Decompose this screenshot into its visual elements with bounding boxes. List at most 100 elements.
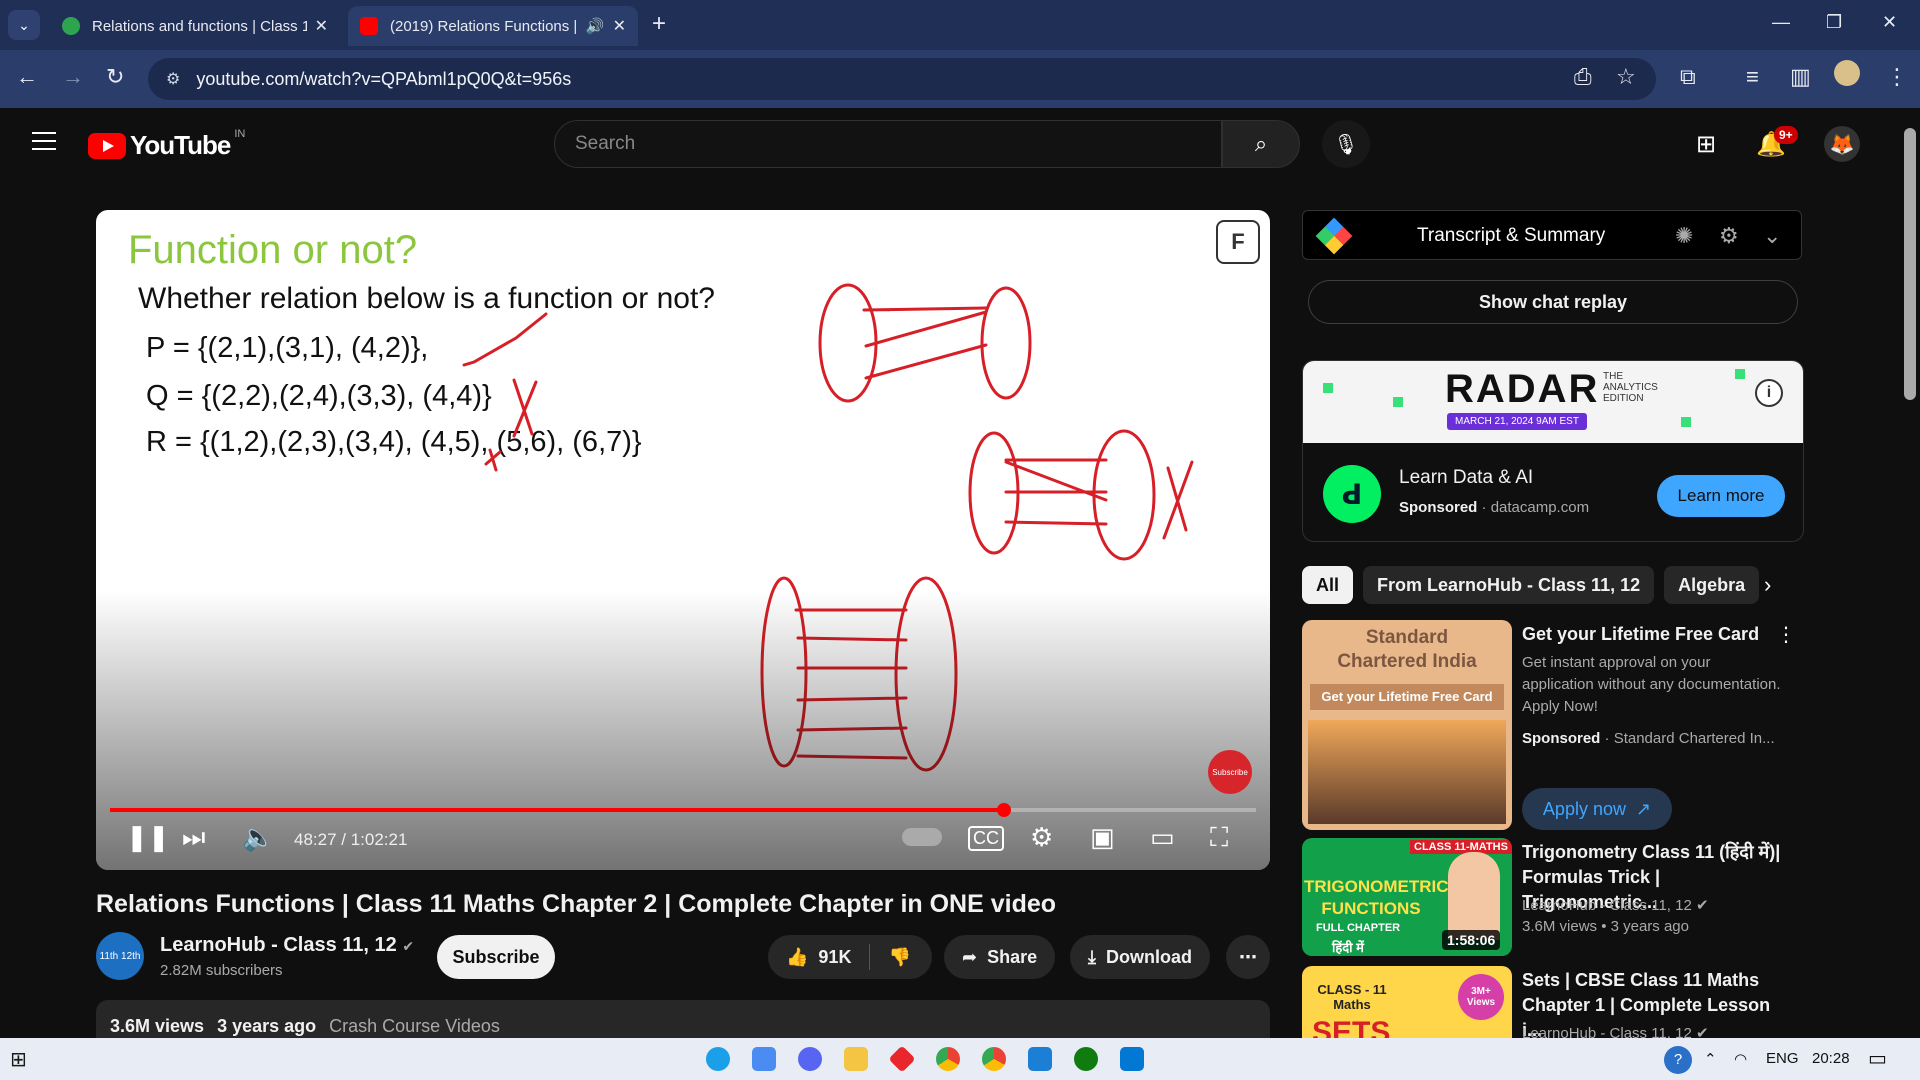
chevron-down-icon[interactable]: ⌄	[1763, 223, 1781, 249]
chatgpt-icon[interactable]: ✺	[1675, 223, 1693, 249]
forward-arrow-icon[interactable]: →	[62, 64, 84, 90]
download-button[interactable]: ⤓ Download	[1070, 935, 1210, 979]
thumbnail[interactable]: CLASS 11-MATHS TRIGONOMETRIC FUNCTIONS F…	[1302, 838, 1512, 956]
captions-icon[interactable]: CC	[968, 826, 1004, 851]
rec-channel[interactable]: LearnoHub - Class 11, 12 ✔	[1522, 1024, 1709, 1038]
chevron-right-icon[interactable]: ›	[1764, 572, 1771, 598]
edge-icon[interactable]	[706, 1047, 730, 1071]
youtube-wordmark: YouTube	[130, 130, 231, 160]
account-avatar[interactable]: 🦊	[1824, 126, 1860, 162]
site-info-icon[interactable]: ⚙	[166, 69, 180, 89]
youtube-logo[interactable]: YouTube IN	[88, 128, 245, 161]
page-scrollbar[interactable]	[1900, 108, 1920, 1038]
settings-gear-icon[interactable]: ⚙	[1030, 822, 1053, 853]
close-tab-icon[interactable]: ✕	[315, 16, 328, 36]
autoplay-toggle[interactable]	[902, 828, 942, 846]
discord-icon[interactable]	[798, 1047, 822, 1071]
miniplayer-icon[interactable]: ▣	[1090, 822, 1115, 853]
store-icon[interactable]	[752, 1047, 776, 1071]
chip-channel[interactable]: From LearnoHub - Class 11, 12	[1363, 566, 1655, 604]
recommendation-item[interactable]: CLASS 11-MATHS TRIGONOMETRIC FUNCTIONS F…	[1302, 838, 1802, 956]
thumbnail[interactable]: Standard Chartered India Get your Lifeti…	[1302, 620, 1512, 830]
rec-channel[interactable]: LearnoHub - Class 11, 12 ✔	[1522, 896, 1709, 914]
side-panel-icon[interactable]: ▥	[1790, 64, 1811, 90]
show-chat-replay-button[interactable]: Show chat replay	[1308, 280, 1798, 324]
app-icon[interactable]	[888, 1045, 916, 1073]
sponsored-ad-card[interactable]: RADAR THE ANALYTICS EDITION MARCH 21, 20…	[1302, 360, 1804, 542]
notification-center-icon[interactable]: ▭	[1868, 1046, 1887, 1071]
search-button[interactable]: ⌕	[1222, 120, 1300, 168]
wifi-icon[interactable]: ◠	[1734, 1050, 1747, 1068]
theater-mode-icon[interactable]: ▭	[1150, 822, 1175, 853]
back-arrow-icon[interactable]: ←	[16, 64, 38, 90]
thumbs-up-icon[interactable]: 👍	[786, 947, 808, 968]
chip-algebra[interactable]: Algebra	[1664, 566, 1760, 604]
more-vert-icon[interactable]: ⋮	[1776, 622, 1796, 647]
close-tab-icon[interactable]: ✕	[613, 16, 626, 36]
time-display: 48:27 / 1:02:21	[294, 830, 408, 849]
file-explorer-icon[interactable]	[844, 1047, 868, 1071]
info-icon[interactable]: i	[1755, 379, 1783, 407]
scrollbar-thumb[interactable]	[1904, 128, 1916, 400]
minimize-icon[interactable]: —	[1772, 12, 1790, 33]
chevron-up-icon[interactable]: ⌃	[1704, 1050, 1717, 1068]
share-button[interactable]: ➦ Share	[944, 935, 1056, 979]
video-player[interactable]: Function or not? Whether relation below …	[96, 210, 1270, 870]
recommendation-item[interactable]: CLASS - 11 Maths SETS 3M+ Views Sets | C…	[1302, 966, 1802, 1038]
tab-search-button[interactable]: ⌄	[8, 10, 40, 40]
thumbs-down-icon[interactable]: 👎	[888, 947, 910, 968]
browser-tab[interactable]: Relations and functions | Class 1 ✕	[50, 6, 340, 46]
url-text: youtube.com/watch?v=QPAbml1pQ0Q&t=956s	[196, 68, 572, 89]
subscribe-button[interactable]: Subscribe	[437, 935, 555, 979]
bookmark-star-icon[interactable]: ☆	[1616, 64, 1636, 90]
extensions-icon[interactable]: ⧉	[1680, 64, 1696, 90]
new-tab-button[interactable]: +	[652, 10, 666, 38]
settings-gear-icon[interactable]: ⚙	[1719, 223, 1739, 249]
transcript-summary-panel[interactable]: Transcript & Summary ✺ ⚙ ⌄	[1302, 210, 1802, 260]
description-tag[interactable]: Crash Course Videos	[329, 1016, 500, 1036]
channel-avatar-text: 11th 12th	[99, 950, 141, 962]
learn-more-button[interactable]: Learn more	[1657, 475, 1785, 517]
more-actions-button[interactable]: ⋯	[1226, 935, 1270, 979]
next-video-icon[interactable]: ⏭	[182, 822, 205, 854]
help-icon[interactable]: ?	[1664, 1046, 1692, 1074]
progress-bar[interactable]	[110, 803, 1256, 817]
app-icon[interactable]	[1028, 1047, 1052, 1071]
speaker-icon[interactable]: 🔊	[586, 17, 605, 35]
volume-icon[interactable]: 🔈	[242, 822, 274, 853]
close-window-icon[interactable]: ✕	[1882, 12, 1897, 33]
language-indicator[interactable]: ENG	[1766, 1050, 1799, 1067]
restore-icon[interactable]: ❐	[1826, 12, 1842, 33]
chrome-icon[interactable]	[982, 1047, 1006, 1071]
clock[interactable]: 20:28	[1812, 1050, 1850, 1067]
xbox-icon[interactable]	[1074, 1047, 1098, 1071]
like-count[interactable]: 91K	[818, 947, 851, 968]
apply-now-button[interactable]: Apply now ↗	[1522, 788, 1672, 830]
url-field[interactable]: ⚙ youtube.com/watch?v=QPAbml1pQ0Q&t=956s	[148, 58, 1656, 100]
media-controls-icon[interactable]: ≡	[1746, 64, 1759, 90]
progress-scrubber[interactable]	[996, 803, 1011, 817]
search-input[interactable]: Search	[554, 120, 1222, 168]
profile-avatar[interactable]	[1834, 60, 1860, 86]
thumbnail[interactable]: CLASS - 11 Maths SETS 3M+ Views	[1302, 966, 1512, 1038]
install-app-icon[interactable]: ⎙	[1574, 64, 1592, 90]
channel-name[interactable]: LearnoHub - Class 11, 12 ✔	[160, 934, 414, 957]
rec-title[interactable]: Get your Lifetime Free Card	[1522, 622, 1782, 647]
more-options-icon[interactable]: ⋮	[1886, 64, 1908, 90]
pause-icon[interactable]: ❚❚	[126, 822, 170, 853]
create-video-icon[interactable]: ⊞	[1696, 130, 1716, 159]
ad-title[interactable]: Learn Data & AI	[1399, 467, 1533, 489]
sponsored-recommendation[interactable]: Standard Chartered India Get your Lifeti…	[1302, 620, 1802, 830]
chip-all[interactable]: All	[1302, 566, 1354, 604]
channel-avatar[interactable]: 11th 12th	[96, 932, 144, 980]
chrome-icon[interactable]	[936, 1047, 960, 1071]
browser-tab-active[interactable]: (2019) Relations Functions | 🔊 ✕	[348, 6, 638, 46]
fullscreen-icon[interactable]: ⛶	[1210, 822, 1228, 854]
ad-banner[interactable]: RADAR THE ANALYTICS EDITION MARCH 21, 20…	[1303, 361, 1803, 443]
voice-search-button[interactable]: 🎙	[1322, 120, 1370, 168]
subscribe-watermark[interactable]: Subscribe	[1208, 750, 1252, 794]
vscode-icon[interactable]	[1120, 1047, 1144, 1071]
menu-icon[interactable]	[32, 132, 56, 150]
reload-icon[interactable]: ↻	[106, 64, 124, 90]
windows-start-icon[interactable]: ⊞	[10, 1047, 34, 1071]
